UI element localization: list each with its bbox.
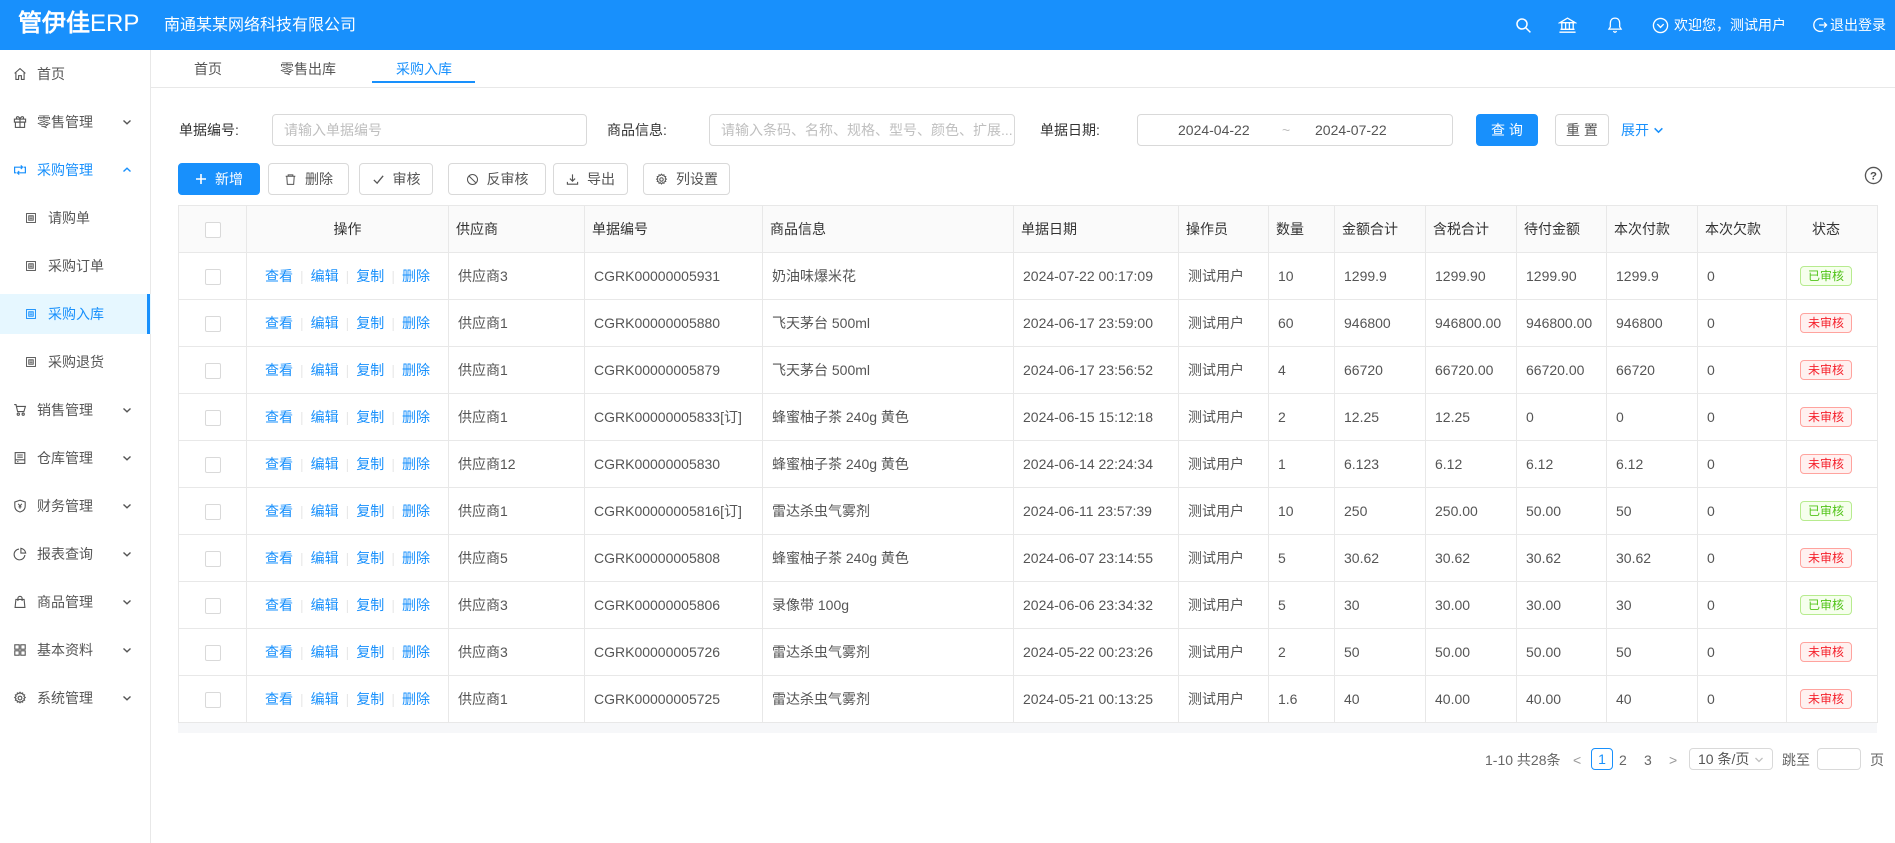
svg-text:?: ? xyxy=(1870,170,1877,182)
